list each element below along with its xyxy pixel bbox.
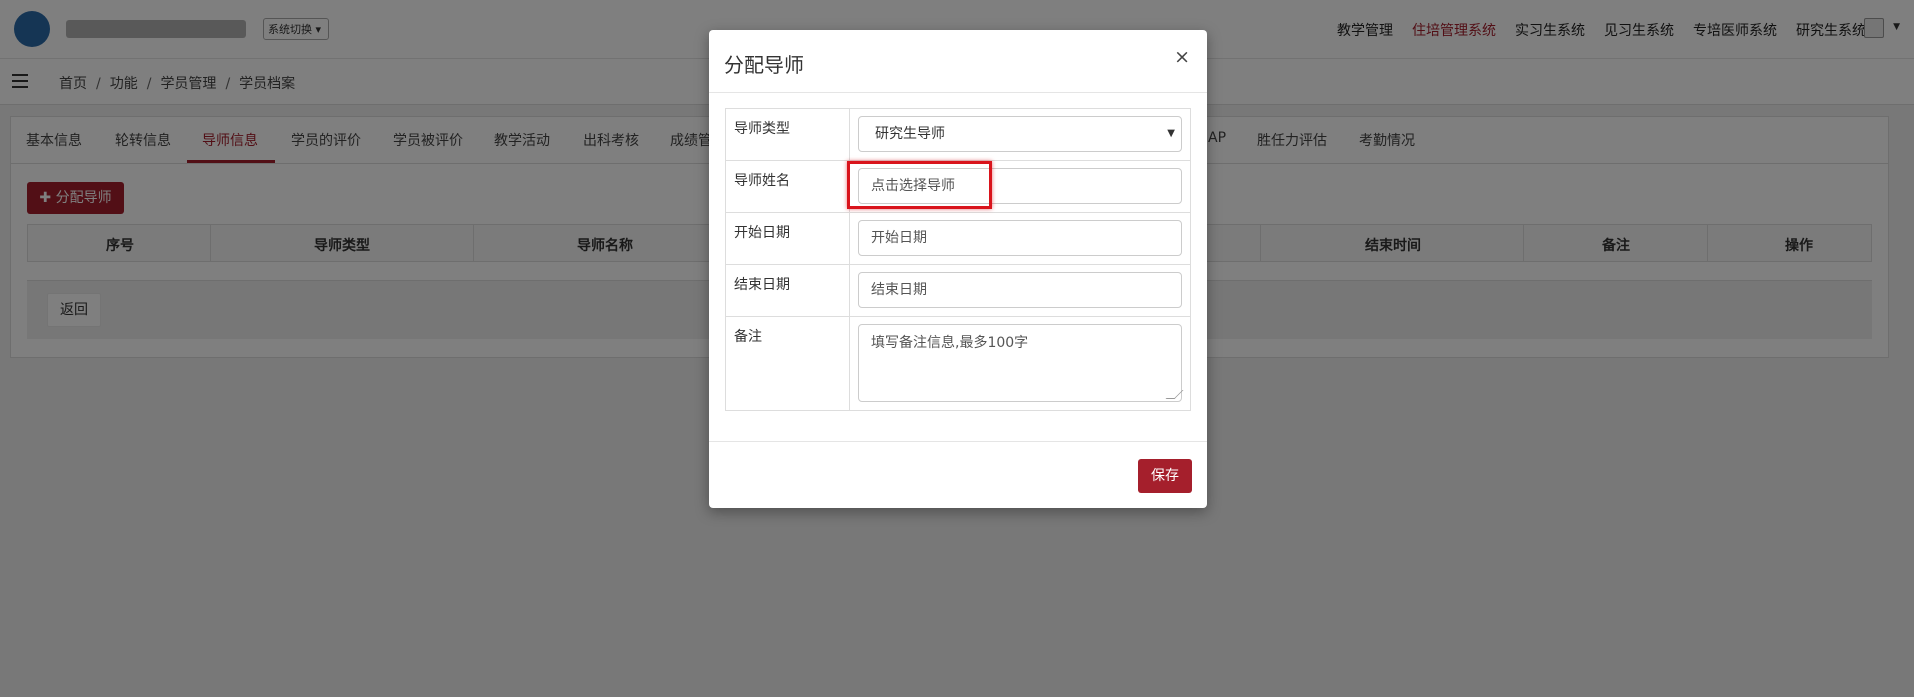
remark-label: 备注 — [725, 316, 850, 411]
close-icon[interactable]: × — [1174, 46, 1190, 68]
mentor-type-select[interactable]: 研究生导师 ▼ — [858, 116, 1182, 152]
remark-textarea[interactable]: 填写备注信息,最多100字 — [858, 324, 1184, 402]
end-date-label: 结束日期 — [725, 264, 850, 317]
remark-placeholder: 填写备注信息,最多100字 — [871, 335, 1029, 351]
start-date-input[interactable]: 开始日期 — [858, 220, 1182, 256]
highlight-box — [847, 161, 992, 209]
assign-mentor-modal: 分配导师 × 导师类型 研究生导师 ▼ 导师姓名 点击选择导师 开始日期 开始日期… — [709, 30, 1207, 508]
mentor-name-label: 导师姓名 — [725, 160, 850, 213]
chevron-down-icon: ▼ — [1167, 128, 1175, 139]
mentor-type-label: 导师类型 — [725, 108, 850, 161]
save-button[interactable]: 保存 — [1138, 459, 1192, 493]
mentor-form: 导师类型 研究生导师 ▼ 导师姓名 点击选择导师 开始日期 开始日期 结束日期 结… — [725, 108, 1191, 411]
modal-header: 分配导师 × — [709, 30, 1207, 93]
end-date-input[interactable]: 结束日期 — [858, 272, 1182, 308]
mentor-type-value: 研究生导师 — [875, 126, 945, 142]
resize-handle-icon[interactable] — [1165, 390, 1184, 399]
start-date-label: 开始日期 — [725, 212, 850, 265]
modal-footer: 保存 — [709, 441, 1207, 509]
modal-title: 分配导师 — [724, 53, 804, 77]
